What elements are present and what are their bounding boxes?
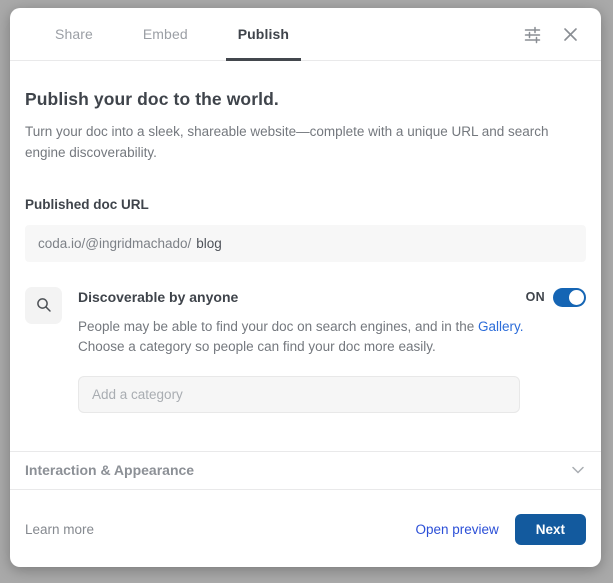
footer-actions: Open preview Next bbox=[415, 514, 586, 545]
dialog-header: Share Embed Publish bbox=[10, 8, 601, 61]
search-icon bbox=[25, 286, 62, 324]
settings-sliders-icon[interactable] bbox=[521, 23, 543, 45]
published-url-input[interactable]: coda.io/@ingridmachado/ blog bbox=[25, 224, 586, 262]
discoverable-section: Discoverable by anyone ON People may be … bbox=[25, 286, 586, 451]
published-url-label: Published doc URL bbox=[25, 196, 149, 212]
tab-share[interactable]: Share bbox=[43, 8, 105, 60]
toggle-group: ON bbox=[525, 287, 586, 307]
page-title: Publish your doc to the world. bbox=[25, 89, 279, 109]
section-interaction-appearance[interactable]: Interaction & Appearance bbox=[10, 450, 601, 490]
discoverable-main: Discoverable by anyone ON People may be … bbox=[78, 287, 586, 451]
toggle-knob bbox=[569, 289, 584, 305]
description-after: Choose a category so people can find you… bbox=[78, 339, 436, 355]
dialog-footer: Learn more Open preview Next bbox=[10, 514, 601, 567]
close-icon[interactable] bbox=[559, 23, 581, 45]
tab-bar: Share Embed Publish bbox=[43, 8, 302, 61]
chevron-down-icon bbox=[572, 461, 584, 479]
interaction-appearance-label: Interaction & Appearance bbox=[25, 462, 195, 479]
discoverable-toggle[interactable] bbox=[553, 287, 586, 307]
discoverable-description: People may be able to find your doc on s… bbox=[78, 317, 528, 358]
header-icons bbox=[521, 23, 581, 45]
discoverable-title: Discoverable by anyone bbox=[78, 289, 239, 306]
toggle-state-label: ON bbox=[525, 290, 545, 305]
dialog-content: Publish your doc to the world. Turn your… bbox=[10, 61, 601, 451]
discoverable-header: Discoverable by anyone ON bbox=[78, 287, 586, 307]
publish-dialog: Share Embed Publish Publish your doc to … bbox=[10, 8, 601, 567]
page-description: Turn your doc into a sleek, shareable we… bbox=[25, 124, 549, 161]
next-button[interactable]: Next bbox=[514, 514, 586, 545]
learn-more-link[interactable]: Learn more bbox=[25, 522, 94, 537]
url-prefix: coda.io/@ingridmachado/ bbox=[38, 235, 192, 251]
url-slug[interactable]: blog bbox=[196, 236, 222, 251]
description-before: People may be able to find your doc on s… bbox=[78, 318, 479, 334]
tab-publish[interactable]: Publish bbox=[225, 8, 302, 61]
category-input[interactable] bbox=[78, 375, 520, 413]
gallery-link[interactable]: Gallery. bbox=[478, 319, 524, 334]
tab-embed[interactable]: Embed bbox=[131, 8, 200, 60]
open-preview-link[interactable]: Open preview bbox=[415, 522, 498, 537]
